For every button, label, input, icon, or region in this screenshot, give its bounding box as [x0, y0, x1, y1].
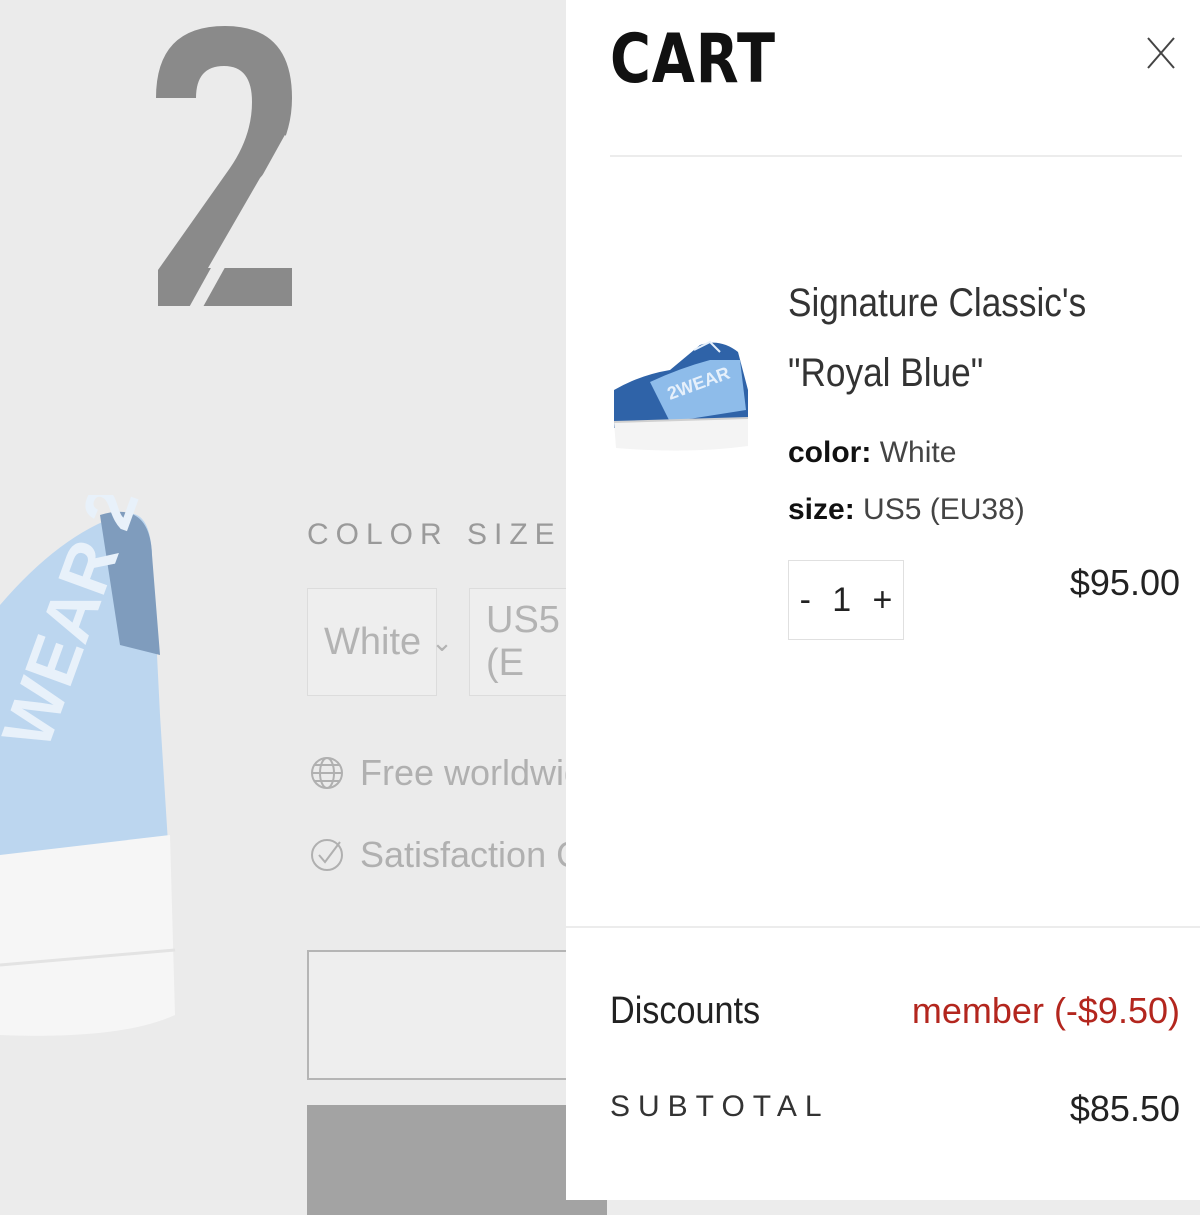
color-select[interactable]: White ⌄	[307, 588, 453, 696]
brand-logo	[150, 18, 300, 323]
color-option-label: COLOR	[307, 518, 449, 551]
cart-item-thumbnail[interactable]: 2WEAR	[610, 330, 750, 465]
cart-title: CART	[610, 20, 776, 99]
cart-item-size: size: US5 (EU38)	[788, 493, 1025, 527]
summary-divider	[566, 926, 1200, 928]
size-option-label: SIZE	[467, 518, 562, 551]
color-attr-label: color:	[788, 436, 872, 469]
cart-item-color: color: White	[788, 436, 956, 470]
header-divider	[610, 155, 1182, 157]
subtotal-label: SUBTOTAL	[610, 1090, 830, 1123]
size-attr-value: US5 (EU38)	[863, 493, 1025, 526]
quantity-value: 1	[832, 580, 852, 619]
size-attr-label: size:	[788, 493, 855, 526]
primary-action-button[interactable]	[307, 1105, 607, 1215]
cart-item-price: $95.00	[1069, 562, 1180, 603]
quantity-stepper[interactable]: - 1 +	[788, 560, 904, 640]
globe-icon	[311, 757, 343, 789]
close-icon	[1147, 37, 1175, 69]
decrement-button[interactable]: -	[800, 581, 811, 620]
discounts-label: Discounts	[610, 990, 761, 1032]
cart-drawer: CART 2WEAR Signature Classic's "Royal Bl…	[566, 0, 1200, 1200]
close-button[interactable]	[1142, 34, 1182, 74]
secondary-action-button[interactable]	[307, 950, 607, 1080]
chevron-down-icon: ⌄	[431, 626, 453, 657]
check-badge-icon	[311, 839, 343, 871]
subtotal-value: $85.50	[1069, 1088, 1180, 1129]
cart-item-name[interactable]: Signature Classic's "Royal Blue"	[788, 268, 1122, 408]
color-select-value: White	[324, 620, 422, 663]
product-shoe-image: WEAR 2	[0, 475, 180, 1060]
color-attr-value: White	[879, 436, 957, 469]
discounts-value: member (-$9.50)	[911, 990, 1180, 1031]
increment-button[interactable]: +	[872, 581, 892, 620]
